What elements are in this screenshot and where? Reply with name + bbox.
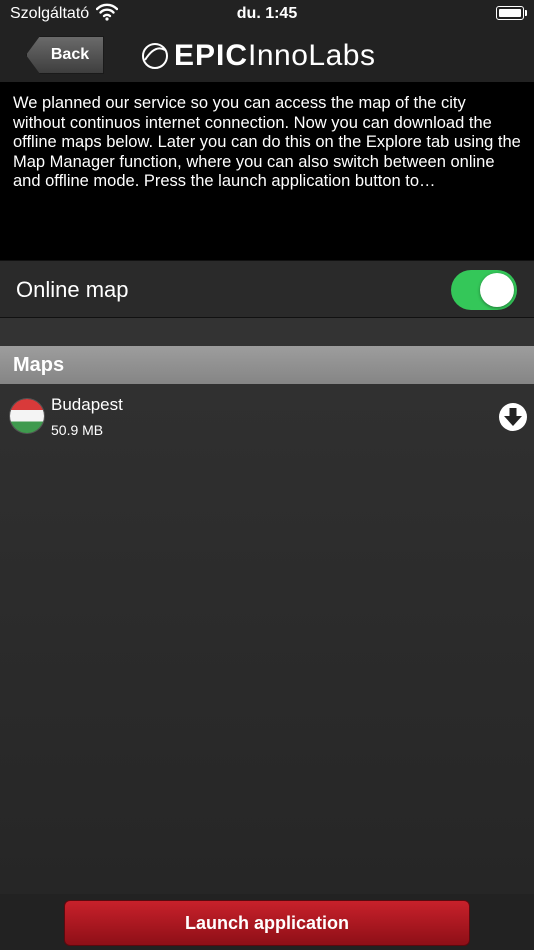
list-item[interactable]: Budapest 50.9 MB — [0, 384, 534, 444]
section-spacer — [0, 318, 534, 346]
status-bar: Szolgáltató du. 1:45 — [0, 0, 534, 28]
bottom-bar: Launch application — [0, 894, 534, 950]
logo-light-text: InnoLabs — [248, 39, 376, 72]
intro-text: We planned our service so you can access… — [13, 94, 521, 190]
status-time: du. 1:45 — [236, 5, 298, 22]
online-map-row: Online map — [0, 260, 534, 318]
epic-e-icon — [142, 43, 168, 69]
maps-section-title: Maps — [13, 354, 65, 376]
maps-section-header: Maps — [0, 346, 534, 384]
hungary-flag-icon — [10, 399, 44, 433]
maps-list: Budapest 50.9 MB — [0, 384, 534, 894]
download-icon[interactable] — [499, 403, 527, 431]
intro-panel: We planned our service so you can access… — [0, 82, 534, 260]
map-size: 50.9 MB — [51, 422, 104, 438]
online-map-label: Online map — [16, 277, 129, 302]
back-button[interactable]: Back — [26, 36, 104, 74]
toggle-knob — [480, 273, 514, 307]
map-name: Budapest — [51, 395, 123, 414]
battery-icon — [496, 6, 527, 20]
launch-application-button[interactable]: Launch application — [64, 900, 470, 946]
logo-bold-text: EPIC — [174, 39, 249, 72]
epic-innolabs-logo: EPIC InnoLabs — [140, 38, 375, 74]
online-map-toggle[interactable] — [451, 270, 517, 310]
nav-bar: Back EPIC InnoLabs — [0, 28, 534, 82]
